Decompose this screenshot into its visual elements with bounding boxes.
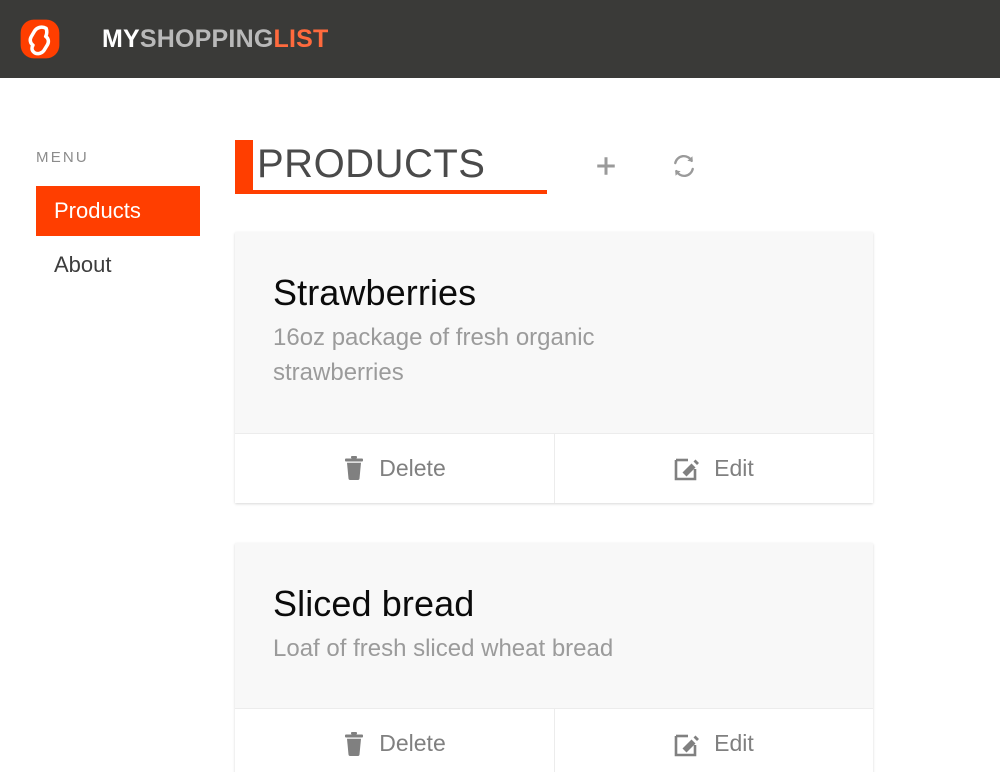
sidebar-heading: MENU	[36, 149, 89, 166]
product-name: Sliced bread	[273, 582, 475, 624]
product-card-body: Strawberries 16oz package of fresh organ…	[235, 232, 873, 433]
refresh-icon	[674, 154, 694, 178]
plus-icon	[597, 157, 615, 175]
trash-icon	[345, 456, 364, 481]
brand-part-shopping: SHOPPING	[139, 24, 274, 53]
page-content: MENU Products About PRODUCTS Strawberrie…	[0, 78, 1000, 772]
refresh-products-button[interactable]	[667, 149, 701, 183]
sidebar-item-about[interactable]: About	[36, 236, 216, 290]
delete-product-button[interactable]: Delete	[235, 434, 554, 503]
sidebar: MENU Products About	[36, 78, 216, 291]
delete-label: Delete	[379, 730, 446, 757]
sidebar-item-products[interactable]: Products	[36, 186, 200, 237]
edit-product-button[interactable]: Edit	[554, 433, 873, 503]
product-card: Sliced bread Loaf of fresh sliced wheat …	[235, 542, 873, 772]
product-description: 16oz package of fresh organic strawberri…	[273, 324, 595, 386]
page-title-wrap: PRODUCTS	[235, 140, 547, 194]
app-root: MYSHOPPINGLIST MENU Products About PRODU…	[0, 0, 1000, 772]
brand-title: MYSHOPPINGLIST	[102, 24, 329, 53]
page-header: PRODUCTS	[235, 140, 875, 194]
edit-label: Edit	[714, 730, 754, 757]
edit-pencil-square-icon	[674, 458, 700, 481]
edit-label: Edit	[714, 454, 754, 481]
trash-icon	[345, 731, 364, 756]
product-card-actions: Delete Edit	[235, 708, 873, 772]
app-header: MYSHOPPINGLIST	[0, 0, 1000, 78]
delete-label: Delete	[379, 454, 446, 481]
product-card-actions: Delete Edit	[235, 432, 873, 503]
edit-product-button[interactable]: Edit	[554, 709, 873, 772]
product-card: Strawberries 16oz package of fresh organ…	[235, 232, 873, 503]
add-product-button[interactable]	[589, 149, 623, 183]
sidebar-menu: Products About	[36, 186, 216, 291]
brand-part-my: MY	[102, 24, 140, 53]
page-title: PRODUCTS	[257, 142, 486, 186]
edit-pencil-square-icon	[674, 734, 700, 757]
main-column: PRODUCTS Strawberries 16oz package of fr…	[235, 78, 875, 772]
svelte-s-logo-icon	[20, 19, 60, 59]
delete-product-button[interactable]: Delete	[235, 709, 554, 772]
product-card-body: Sliced bread Loaf of fresh sliced wheat …	[235, 543, 873, 709]
product-description: Loaf of fresh sliced wheat bread	[273, 634, 614, 662]
product-name: Strawberries	[273, 272, 477, 313]
brand-part-list: LIST	[273, 24, 329, 53]
